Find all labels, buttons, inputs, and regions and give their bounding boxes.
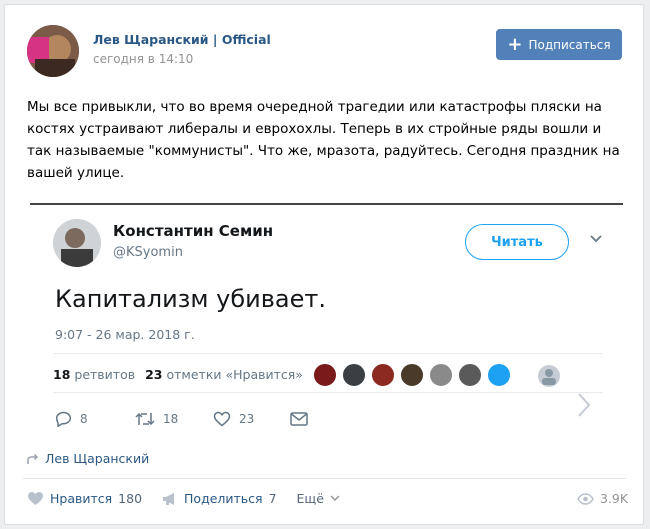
message-button[interactable] xyxy=(290,412,308,426)
chevron-down-icon[interactable] xyxy=(589,232,603,246)
reply-icon xyxy=(55,411,72,427)
reply-button[interactable]: 8 xyxy=(55,411,135,427)
author-name[interactable]: Лев Щаранский | Official xyxy=(93,32,271,47)
chevron-down-icon xyxy=(330,495,340,501)
post-actions: Нравится 180 Поделиться 7 Ещё xyxy=(27,491,360,506)
like-label: Нравится xyxy=(50,491,113,506)
envelope-icon xyxy=(290,412,308,426)
liker-avatar[interactable] xyxy=(538,365,560,387)
retweets-stat[interactable]: 18 ретвитов xyxy=(53,367,135,382)
liker-avatar[interactable] xyxy=(400,363,424,387)
post-text: Мы все привыкли, что во время очередной … xyxy=(27,99,620,181)
views-counter: 3.9K xyxy=(577,491,628,506)
likers-avatars xyxy=(313,363,511,387)
retweet-button[interactable]: 18 xyxy=(135,411,213,427)
like-button[interactable]: 23 xyxy=(213,411,290,427)
share-label: Поделиться xyxy=(184,491,263,506)
divider xyxy=(23,478,626,479)
divider xyxy=(53,392,603,393)
repost-source-name: Лев Щаранский xyxy=(45,451,150,466)
plus-icon: + xyxy=(507,33,523,55)
more-label: Ещё xyxy=(296,491,324,506)
tweet-author-name[interactable]: Константин Семин xyxy=(113,222,273,240)
post-card: Лев Щаранский | Official сегодня в 14:10… xyxy=(4,4,644,525)
liker-avatar[interactable] xyxy=(458,363,482,387)
chevron-right-icon[interactable] xyxy=(576,391,592,419)
subscribe-label: Подписаться xyxy=(528,37,611,52)
eye-icon xyxy=(577,492,594,505)
share-button[interactable]: Поделиться 7 xyxy=(162,491,277,506)
like-count: 23 xyxy=(239,412,255,426)
more-button[interactable]: Ещё xyxy=(297,491,340,506)
tweet-author-handle[interactable]: @KSyomin xyxy=(113,245,183,260)
liker-avatar[interactable] xyxy=(342,363,366,387)
follow-button[interactable]: Читать xyxy=(465,224,569,260)
likes-stat[interactable]: 23 отметки «Нравится» xyxy=(145,367,303,382)
post-time[interactable]: сегодня в 14:10 xyxy=(93,52,193,66)
liker-avatar[interactable] xyxy=(313,363,337,387)
divider xyxy=(53,353,603,354)
author-avatar[interactable] xyxy=(27,25,79,77)
tweet-date[interactable]: 9:07 - 26 мар. 2018 г. xyxy=(55,327,195,342)
tweet-text: Капитализм убивает. xyxy=(55,285,326,313)
retweet-count: 18 xyxy=(163,412,179,426)
tweet-stats: 18 ретвитов 23 отметки «Нравится» xyxy=(53,367,303,382)
share-count: 7 xyxy=(268,491,277,506)
subscribe-button[interactable]: + Подписаться xyxy=(496,29,622,60)
retweet-icon xyxy=(135,412,155,426)
like-post-count: 180 xyxy=(118,491,143,506)
liker-avatar[interactable] xyxy=(429,363,453,387)
reply-count: 8 xyxy=(80,412,88,426)
heart-icon xyxy=(213,411,231,427)
embedded-tweet[interactable]: Константин Семин @KSyomin Читать Капитал… xyxy=(30,203,623,440)
tweet-actions: 8 18 23 xyxy=(55,411,308,427)
liker-avatar[interactable] xyxy=(371,363,395,387)
share-arrow-icon xyxy=(27,453,39,464)
heart-icon xyxy=(28,492,43,505)
repost-source[interactable]: Лев Щаранский xyxy=(27,451,149,466)
liker-avatar[interactable] xyxy=(487,363,511,387)
megaphone-icon xyxy=(163,492,175,505)
views-count: 3.9K xyxy=(600,491,629,506)
like-post-button[interactable]: Нравится 180 xyxy=(27,491,142,506)
tweet-author-avatar[interactable] xyxy=(53,219,101,267)
